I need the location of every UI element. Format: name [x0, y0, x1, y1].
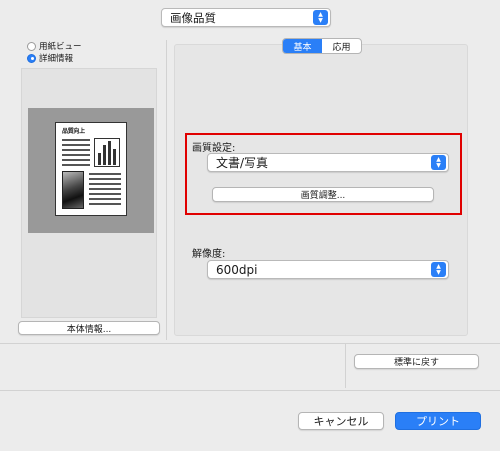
popup-stepper-icon: ▲ ▼: [431, 262, 446, 277]
tab-basic[interactable]: 基本: [283, 39, 322, 53]
quality-adjust-button[interactable]: 画質調整...: [212, 187, 434, 202]
text-line: [62, 164, 90, 166]
text-line: [89, 193, 121, 195]
popup-stepper-icon: ▲ ▼: [313, 10, 328, 25]
tab-group: 基本 応用: [282, 38, 362, 54]
text-line: [89, 173, 121, 175]
tab-advanced[interactable]: 応用: [322, 39, 361, 53]
text-line: [62, 144, 90, 146]
preview-chart-icon: [94, 138, 120, 167]
radio-detail-info-label: 詳細情報: [39, 54, 74, 64]
print-button[interactable]: プリント: [395, 412, 481, 430]
text-line: [89, 203, 121, 205]
quality-mode-popup[interactable]: 文書/写真 ▲ ▼: [207, 153, 449, 172]
text-line: [89, 198, 121, 200]
document-preview-icon: 品質向上: [55, 122, 127, 216]
text-line: [89, 183, 121, 185]
text-line: [62, 154, 90, 156]
category-popup-value: 画像品質: [170, 10, 216, 25]
radio-paper-view-indicator: [27, 41, 36, 51]
radio-detail-info-indicator: [27, 53, 36, 63]
quality-mode-value: 文書/写真: [216, 156, 269, 170]
cancel-button[interactable]: キャンセル: [298, 412, 384, 430]
section-divider: [0, 343, 500, 344]
resolution-popup[interactable]: 600dpi ▲ ▼: [207, 260, 449, 279]
bottom-divider: [345, 343, 346, 388]
preview-photo-icon: [62, 171, 84, 209]
left-divider: [166, 40, 167, 340]
resolution-label: 解像度:: [192, 249, 226, 260]
footer-divider: [0, 390, 500, 391]
quality-setting-label: 画質設定:: [192, 143, 236, 154]
radio-paper-view-label: 用紙ビュー: [39, 42, 82, 52]
radio-paper-view[interactable]: 用紙ビュー: [27, 40, 82, 52]
text-line: [62, 159, 90, 161]
device-info-button[interactable]: 本体情報...: [18, 321, 160, 335]
restore-defaults-button[interactable]: 標準に戻す: [354, 354, 479, 369]
text-line: [89, 178, 121, 180]
resolution-value: 600dpi: [216, 262, 258, 277]
popup-stepper-icon: ▲ ▼: [431, 155, 446, 170]
text-line: [62, 149, 90, 151]
text-line: [89, 188, 121, 190]
radio-detail-info[interactable]: 詳細情報: [27, 52, 73, 64]
category-popup[interactable]: 画像品質 ▲ ▼: [161, 8, 331, 27]
preview-doc-title: 品質向上: [62, 128, 85, 135]
text-line: [62, 139, 90, 141]
